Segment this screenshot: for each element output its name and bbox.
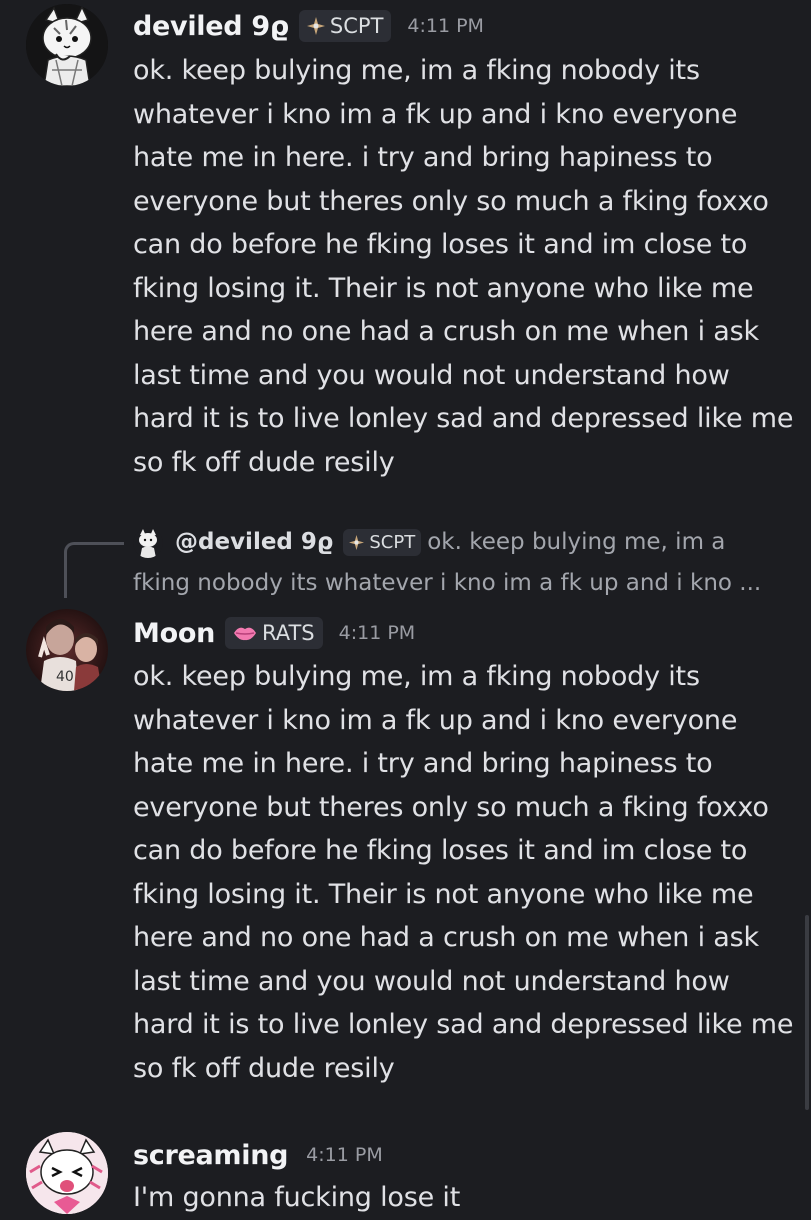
server-tag[interactable]: RATS <box>225 617 323 649</box>
lips-icon <box>233 624 257 642</box>
username[interactable]: Moon <box>133 618 215 649</box>
username[interactable]: deviled 9ϱ <box>133 11 289 42</box>
chat-message-list: deviled 9ϱ SCPT 4:11 PM ok. keep bulying… <box>0 0 811 1214</box>
message-text: ok. keep bulying me, im a fking nobody i… <box>133 55 794 478</box>
reply-username[interactable]: @deviled 9ϱ <box>175 522 333 563</box>
avatar[interactable]: 40 <box>26 609 108 691</box>
diamond-compass-icon <box>306 17 325 35</box>
message-text: I'm gonna fucking lose it <box>133 1182 461 1213</box>
svg-text:40: 40 <box>56 669 74 685</box>
timestamp: 4:11 PM <box>407 15 484 37</box>
scrollbar[interactable] <box>805 915 809 1110</box>
server-tag-label: SCPT <box>329 14 384 38</box>
reply-text-line2: fking nobody its whatever i kno im a fk … <box>133 570 762 596</box>
avatar[interactable] <box>26 4 108 86</box>
reply-preview[interactable]: @deviled 9ϱ SCPT ok. keep bulying me, im… <box>133 522 803 604</box>
message-text: ok. keep bulying me, im a fking nobody i… <box>133 661 794 1084</box>
server-tag[interactable]: SCPT <box>298 10 392 42</box>
username[interactable]: screaming <box>133 1140 288 1171</box>
reply-connector <box>64 542 124 598</box>
reply-avatar[interactable] <box>133 527 163 558</box>
reply-text-line1: ok. keep bulying me, im a <box>427 529 726 555</box>
avatar[interactable] <box>26 1132 108 1214</box>
diamond-compass-icon <box>349 535 365 550</box>
timestamp: 4:11 PM <box>306 1144 383 1166</box>
server-tag-label: RATS <box>262 621 315 645</box>
reply-server-tag: SCPT <box>343 529 422 556</box>
reply-tag-label: SCPT <box>369 532 416 553</box>
timestamp: 4:11 PM <box>338 622 416 644</box>
